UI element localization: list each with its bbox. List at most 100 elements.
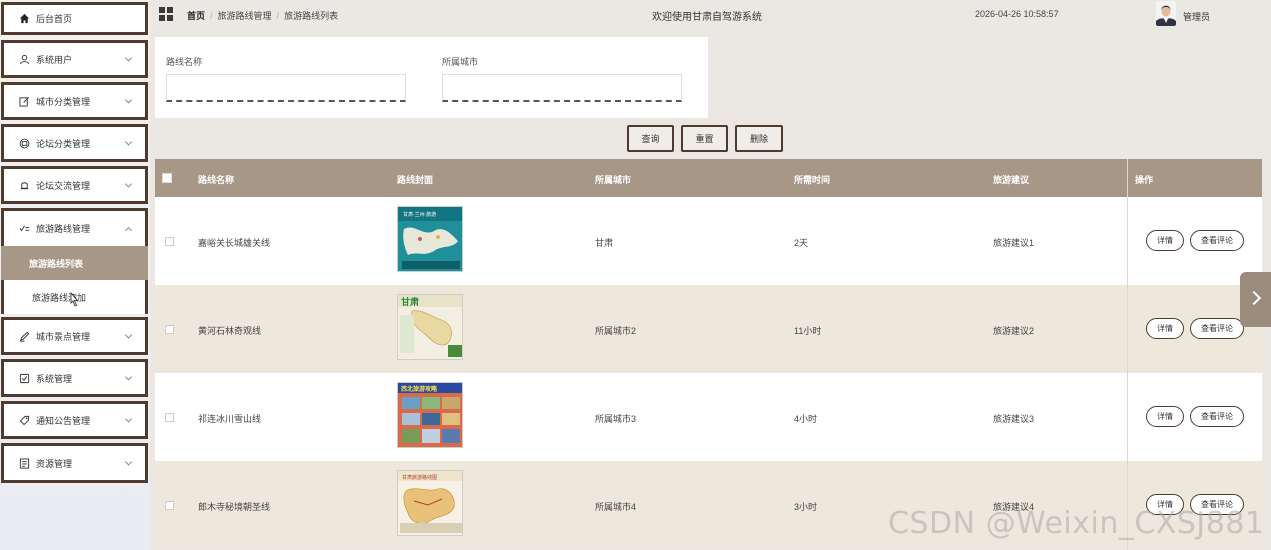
advice-cell: 旅游建议3: [993, 414, 1035, 424]
chevron-down-icon: [124, 415, 133, 423]
route-cover-image: 甘肃·兰州·旅游: [397, 206, 463, 272]
view-comments-button[interactable]: 查看评论: [1190, 406, 1244, 427]
thumbnail-caption: 甘肃·兰州·旅游: [403, 211, 436, 218]
menu-label: 通知公告管理: [36, 415, 91, 426]
avatar[interactable]: [1156, 1, 1176, 26]
reset-button[interactable]: 重置: [681, 125, 728, 152]
admin-name[interactable]: 管理员: [1183, 10, 1210, 23]
menu-label: 旅游路线管理: [36, 224, 91, 234]
route-table: 路线名称 路线封面 所属城市 所需时间 旅游建议 操作 嘉峪关长城雄关线 甘肃·…: [155, 159, 1262, 550]
sidebar: 后台首页 系统用户 城市分类管理 论坛分类管理 论坛交流管理 旅游路线管理 旅游…: [0, 0, 150, 550]
breadcrumb-item[interactable]: 旅游路线管理: [218, 11, 272, 21]
delete-button[interactable]: 删除: [735, 125, 783, 152]
city-label: 所属城市: [442, 57, 479, 67]
breadcrumb-home[interactable]: 首页: [187, 11, 205, 21]
submenu-label: 旅游路线列表: [29, 258, 84, 269]
advice-cell: 旅游建议1: [993, 238, 1035, 248]
chevron-down-icon: [124, 96, 133, 104]
pen-icon: [18, 330, 30, 342]
row-checkbox[interactable]: [165, 237, 174, 246]
menu-label: 论坛分类管理: [36, 138, 91, 149]
menu-home-label: 后台首页: [36, 14, 73, 24]
table-row: 黄河石林奇观线 甘肃 所属城市2 11小时 旅游建议2 详情 查看评论: [155, 285, 1262, 373]
chevron-down-icon: [124, 138, 133, 146]
column-header: 操作: [1135, 175, 1154, 185]
chevron-right-icon: [1246, 290, 1262, 306]
bell-icon: [18, 179, 30, 191]
select-all-checkbox[interactable]: [162, 173, 172, 183]
check-icon: [18, 372, 30, 384]
tag-icon: [18, 414, 30, 426]
menu-system-users[interactable]: 系统用户: [1, 40, 148, 78]
submenu-route-list[interactable]: 旅游路线列表: [1, 246, 148, 280]
route-cover-image: 甘肃: [397, 294, 463, 360]
user-icon: [18, 53, 30, 65]
column-header: 所属城市: [595, 175, 632, 185]
list-icon: [18, 223, 30, 235]
menu-travel-routes[interactable]: 旅游路线管理: [1, 208, 148, 246]
chevron-down-icon: [124, 331, 133, 339]
route-name-cell: 嘉峪关长城雄关线: [198, 238, 271, 248]
city-cell: 所属城市2: [595, 326, 637, 336]
detail-button[interactable]: 详情: [1146, 406, 1184, 427]
menu-notice[interactable]: 通知公告管理: [1, 401, 148, 439]
menu-label: 系统用户: [36, 54, 73, 65]
menu-label: 城市分类管理: [36, 96, 91, 107]
column-header: 路线名称: [198, 175, 235, 185]
watermark: CSDN @Weixin_CXSJ881: [888, 506, 1265, 541]
route-name-cell: 祁连冰川雪山线: [198, 414, 262, 424]
menu-city-category[interactable]: 城市分类管理: [1, 82, 148, 120]
thumbnail-caption: 甘肃旅游路线图: [402, 474, 437, 481]
view-comments-button[interactable]: 查看评论: [1190, 318, 1244, 339]
detail-button[interactable]: 详情: [1146, 318, 1184, 339]
current-datetime: 2026-04-26 10:58:57: [975, 9, 1059, 19]
route-cover-image: 甘肃旅游路线图: [397, 470, 463, 536]
breadcrumb-current: 旅游路线列表: [284, 11, 339, 21]
column-header: 所需时间: [794, 175, 831, 185]
city-cell: 所属城市4: [595, 502, 637, 512]
city-cell: 甘肃: [595, 238, 614, 248]
table-row: 祁连冰川雪山线 西北旅游攻略 所属城市3 4小时 旅游建议3 详情 查看评论: [155, 373, 1262, 461]
table-header: 路线名称 路线封面 所属城市 所需时间 旅游建议 操作: [155, 159, 1262, 197]
route-name-cell: 郎木寺秘境朝圣线: [198, 502, 271, 512]
route-name-input[interactable]: [166, 74, 406, 102]
menu-city-scenic[interactable]: 城市景点管理: [1, 317, 148, 355]
detail-button[interactable]: 详情: [1146, 230, 1184, 251]
table-row: 嘉峪关长城雄关线 甘肃·兰州·旅游 甘肃 2天 旅游建议1 详情 查看评论: [155, 197, 1262, 285]
city-cell: 所属城市3: [595, 414, 637, 424]
time-cell: 4小时: [794, 414, 818, 424]
mouse-cursor-icon: [68, 291, 80, 311]
menu-label: 论坛交流管理: [36, 180, 91, 191]
time-cell: 11小时: [794, 326, 822, 336]
thumbnail-caption: 甘肃: [401, 296, 419, 308]
chevron-down-icon: [124, 54, 133, 62]
menu-forum-category[interactable]: 论坛分类管理: [1, 124, 148, 162]
breadcrumb: 首页 / 旅游路线管理 / 旅游路线列表: [187, 11, 339, 21]
chevron-up-icon: [124, 226, 133, 234]
menu-home[interactable]: 后台首页: [1, 2, 148, 35]
chevron-down-icon: [124, 458, 133, 466]
chevron-down-icon: [124, 180, 133, 188]
menu-system-manage[interactable]: 系统管理: [1, 359, 148, 397]
city-input[interactable]: [442, 74, 682, 102]
chat-icon: [18, 137, 30, 149]
view-comments-button[interactable]: 查看评论: [1190, 230, 1244, 251]
query-button[interactable]: 查询: [627, 125, 674, 152]
menu-resource[interactable]: 资源管理: [1, 443, 148, 483]
route-name-label: 路线名称: [166, 57, 203, 67]
column-header: 路线封面: [397, 175, 434, 185]
row-checkbox[interactable]: [165, 413, 174, 422]
column-header: 旅游建议: [993, 175, 1030, 185]
home-icon: [18, 13, 30, 25]
time-cell: 3小时: [794, 502, 818, 512]
row-checkbox[interactable]: [165, 501, 174, 510]
menu-forum-exchange[interactable]: 论坛交流管理: [1, 166, 148, 204]
chevron-down-icon: [124, 373, 133, 381]
document-icon: [18, 457, 30, 469]
thumbnail-caption: 西北旅游攻略: [401, 385, 438, 393]
expand-panel-button[interactable]: [1240, 272, 1271, 327]
route-name-cell: 黄河石林奇观线: [198, 326, 262, 336]
menu-toggle-grid-icon[interactable]: [159, 7, 173, 21]
time-cell: 2天: [794, 238, 809, 248]
row-checkbox[interactable]: [165, 325, 174, 334]
